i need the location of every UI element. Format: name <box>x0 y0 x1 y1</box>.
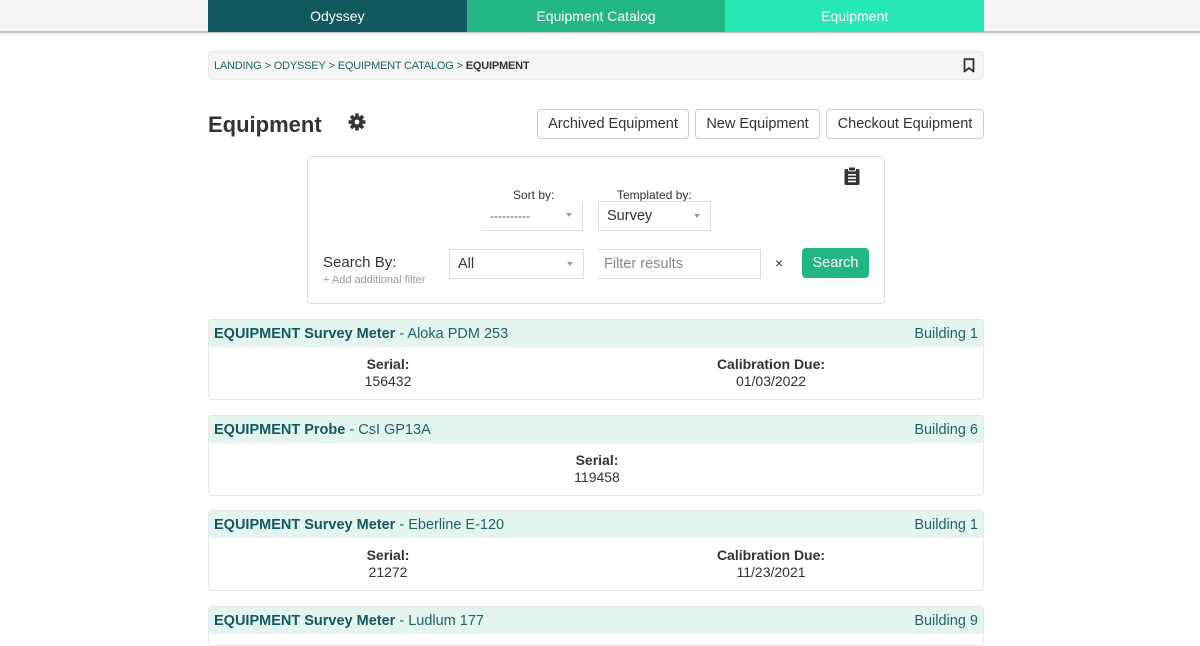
nav-item-equipment-catalog[interactable]: Equipment Catalog <box>466 0 726 32</box>
equipment-title: EQUIPMENT Survey Meter - Eberline E-120 <box>214 517 504 533</box>
breadcrumb-separator: > <box>264 59 271 72</box>
breadcrumb-equipment-catalog[interactable]: EQUIPMENT CATALOG <box>338 60 454 72</box>
equipment-prefix: EQUIPMENT <box>214 325 301 342</box>
sort-by-label: Sort by: <box>513 188 555 202</box>
serial-label: Serial: <box>366 356 410 372</box>
calibration-field: Calibration Due: 01/03/2022 <box>671 356 871 390</box>
equipment-model: Aloka PDM 253 <box>407 325 509 342</box>
search-button[interactable]: Search <box>802 248 869 278</box>
serial-label: Serial: <box>366 547 410 563</box>
equipment-separator: - <box>395 612 409 629</box>
templated-by-select[interactable]: Survey <box>598 201 711 231</box>
equipment-separator: - <box>345 421 359 438</box>
equipment-card-header[interactable]: EQUIPMENT Survey Meter - Eberline E-120 … <box>209 511 983 538</box>
equipment-model: Eberline E-120 <box>408 516 505 533</box>
archived-equipment-button[interactable]: Archived Equipment <box>537 109 689 139</box>
equipment-card-body: Serial: 21272 Calibration Due: 11/23/202… <box>209 538 983 590</box>
serial-value: 119458 <box>574 469 620 485</box>
search-by-label: Search By: <box>323 254 397 271</box>
equipment-prefix: EQUIPMENT <box>214 612 301 629</box>
add-filter-link[interactable]: + Add additional filter <box>323 274 425 286</box>
equipment-card: EQUIPMENT Probe - CsI GP13A Building 6 S… <box>208 415 984 496</box>
templated-by-label: Templated by: <box>617 188 692 202</box>
equipment-card-body: Serial: 156432 Calibration Due: 01/03/20… <box>209 347 983 399</box>
equipment-title: EQUIPMENT Survey Meter - Ludlum 177 <box>214 613 484 629</box>
breadcrumb-separator: > <box>456 59 463 72</box>
equipment-card: EQUIPMENT Survey Meter - Ludlum 177 Buil… <box>208 606 984 646</box>
gear-icon[interactable] <box>347 112 367 132</box>
chevron-down-icon <box>566 213 572 217</box>
calibration-label: Calibration Due: <box>716 356 826 372</box>
search-by-select[interactable]: All <box>449 249 584 279</box>
sort-by-value: ---------- <box>490 208 530 223</box>
equipment-card-header[interactable]: EQUIPMENT Probe - CsI GP13A Building 6 <box>209 416 983 443</box>
breadcrumb-current: EQUIPMENT <box>465 59 530 72</box>
checkout-equipment-button[interactable]: Checkout Equipment <box>826 109 984 139</box>
templated-by-value: Survey <box>607 208 653 224</box>
equipment-prefix: EQUIPMENT <box>214 516 301 533</box>
chevron-down-icon <box>694 214 700 218</box>
equipment-location: Building 6 <box>914 421 978 438</box>
equipment-card-body: Serial: 119458 <box>209 443 983 495</box>
top-nav: Odyssey Equipment Catalog Equipment <box>208 0 985 32</box>
nav-item-odyssey[interactable]: Odyssey <box>208 0 467 32</box>
equipment-prefix: EQUIPMENT <box>214 421 301 438</box>
nav-item-equipment[interactable]: Equipment <box>725 0 985 32</box>
equipment-model: CsI GP13A <box>358 421 431 438</box>
filter-panel: Sort by: ---------- Templated by: Survey… <box>307 156 885 304</box>
equipment-type: Survey Meter <box>304 516 396 533</box>
equipment-type: Probe <box>304 421 346 438</box>
clipboard-icon[interactable] <box>843 166 861 186</box>
new-equipment-button[interactable]: New Equipment <box>695 109 820 139</box>
breadcrumb-odyssey[interactable]: ODYSSEY <box>274 60 326 72</box>
serial-value: 21272 <box>368 564 408 580</box>
sort-by-select[interactable]: ---------- <box>482 201 583 231</box>
calibration-value: 01/03/2022 <box>735 373 807 389</box>
equipment-card-header[interactable]: EQUIPMENT Survey Meter - Ludlum 177 Buil… <box>209 607 983 634</box>
calibration-value: 11/23/2021 <box>736 564 806 580</box>
search-by-value: All <box>458 256 475 272</box>
filter-results-input[interactable] <box>598 249 761 279</box>
serial-value: 156432 <box>364 373 412 389</box>
serial-field: Serial: 119458 <box>547 452 647 486</box>
equipment-title: EQUIPMENT Probe - CsI GP13A <box>214 422 431 438</box>
calibration-label: Calibration Due: <box>716 547 826 563</box>
serial-field: Serial: 156432 <box>338 356 438 390</box>
equipment-separator: - <box>395 325 408 342</box>
equipment-title: EQUIPMENT Survey Meter - Aloka PDM 253 <box>214 326 508 342</box>
equipment-model: Ludlum 177 <box>408 612 484 629</box>
equipment-location: Building 1 <box>914 516 978 533</box>
calibration-field: Calibration Due: 11/23/2021 <box>671 547 871 581</box>
serial-field: Serial: 21272 <box>338 547 438 581</box>
equipment-separator: - <box>395 516 409 533</box>
breadcrumb-landing[interactable]: LANDING <box>214 60 262 72</box>
page-title: Equipment <box>208 112 322 137</box>
equipment-type: Survey Meter <box>304 612 396 629</box>
equipment-card-header[interactable]: EQUIPMENT Survey Meter - Aloka PDM 253 B… <box>209 320 983 347</box>
equipment-location: Building 1 <box>914 325 978 342</box>
equipment-card: EQUIPMENT Survey Meter - Aloka PDM 253 B… <box>208 319 984 400</box>
chevron-down-icon <box>567 262 573 266</box>
equipment-card: EQUIPMENT Survey Meter - Eberline E-120 … <box>208 510 984 591</box>
equipment-type: Survey Meter <box>304 325 396 342</box>
breadcrumb: LANDING > ODYSSEY > EQUIPMENT CATALOG > … <box>208 51 984 80</box>
clear-filter-icon[interactable]: × <box>775 255 783 271</box>
serial-label: Serial: <box>575 452 619 468</box>
top-bar: Odyssey Equipment Catalog Equipment <box>0 0 1200 33</box>
equipment-location: Building 9 <box>914 612 978 629</box>
bookmark-icon[interactable] <box>963 58 975 73</box>
breadcrumb-separator: > <box>328 59 335 72</box>
